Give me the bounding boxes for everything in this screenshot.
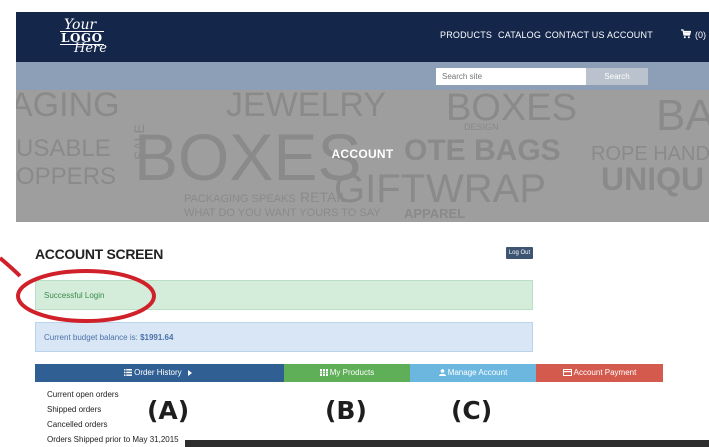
caret-right-icon [187,369,192,376]
cart-count[interactable]: (0) [695,30,706,40]
logo-line-1: Your [64,17,97,33]
menu-item-orders-shipped-prior[interactable]: Orders Shipped prior to May 31,2015 [47,435,179,444]
user-icon [438,369,446,377]
search-bar: Search [16,62,709,90]
hero-word: WRAP [426,167,546,211]
tab-label: Manage Account [447,368,508,377]
hero-word: AGING [16,90,120,124]
credit-card-icon [562,369,572,377]
tab-label: Order History [134,368,182,377]
log-out-button[interactable]: Log Out [506,247,533,259]
nav-contact-us[interactable]: CONTACT US [545,30,605,40]
tab-label: Account Payment [573,368,637,377]
search-input[interactable] [436,68,586,85]
page-title: ACCOUNT [331,147,394,161]
hero-word: APPAREL [404,206,465,221]
hero-word: OPPERS [16,163,116,190]
budget-balance-alert: Current budget balance is: $1991.64 [35,322,533,352]
footer-strip [185,440,709,447]
hero-word: DESIGN [464,122,499,132]
hero-word: PACKAGING SPEAKS [184,193,296,205]
top-navbar: Your LOGO Here PRODUCTS CATALOG CONTACT … [16,12,709,62]
budget-label: Current budget balance is: [44,333,141,342]
nav-products[interactable]: PRODUCTS [440,30,492,40]
search-button[interactable]: Search [586,68,648,85]
tab-label: My Products [329,368,375,377]
hero-word: WHAT DO YOU WANT YOURS TO SAY [184,207,381,219]
tab-order-history[interactable]: Order History [35,364,284,382]
hero-word: UNIQU [601,161,704,197]
menu-item-shipped-orders[interactable]: Shipped orders [47,405,101,414]
tab-manage-account[interactable]: Manage Account [410,364,536,382]
logo-line-3: Here [74,41,107,56]
budget-value: $1991.64 [140,333,174,342]
account-screen-heading: ACCOUNT SCREEN [35,246,164,262]
hero-word: BA [656,91,709,140]
hero-banner: AGING JEWELRY BOXES USABLE BOXES OTE BAG… [16,90,709,222]
annotation-circle-tail [0,256,22,278]
annotation-label-a: (A) [147,396,190,425]
logo[interactable]: Your LOGO Here [56,18,116,56]
menu-item-current-open-orders[interactable]: Current open orders [47,390,119,399]
cart-icon[interactable] [681,29,691,39]
success-alert: Successful Login [35,280,533,310]
tab-my-products[interactable]: My Products [284,364,410,382]
hero-word: JEWELRY [226,90,386,124]
menu-item-cancelled-orders[interactable]: Cancelled orders [47,420,107,429]
grid-icon [319,369,328,377]
tab-account-payment[interactable]: Account Payment [536,364,663,382]
nav-catalog[interactable]: CATALOG [498,30,541,40]
hero-word: RETAIL [300,189,348,205]
annotation-label-c: (C) [451,396,493,425]
list-icon [124,369,133,377]
annotation-label-b: (B) [325,396,367,425]
nav-account[interactable]: ACCOUNT [607,30,653,40]
